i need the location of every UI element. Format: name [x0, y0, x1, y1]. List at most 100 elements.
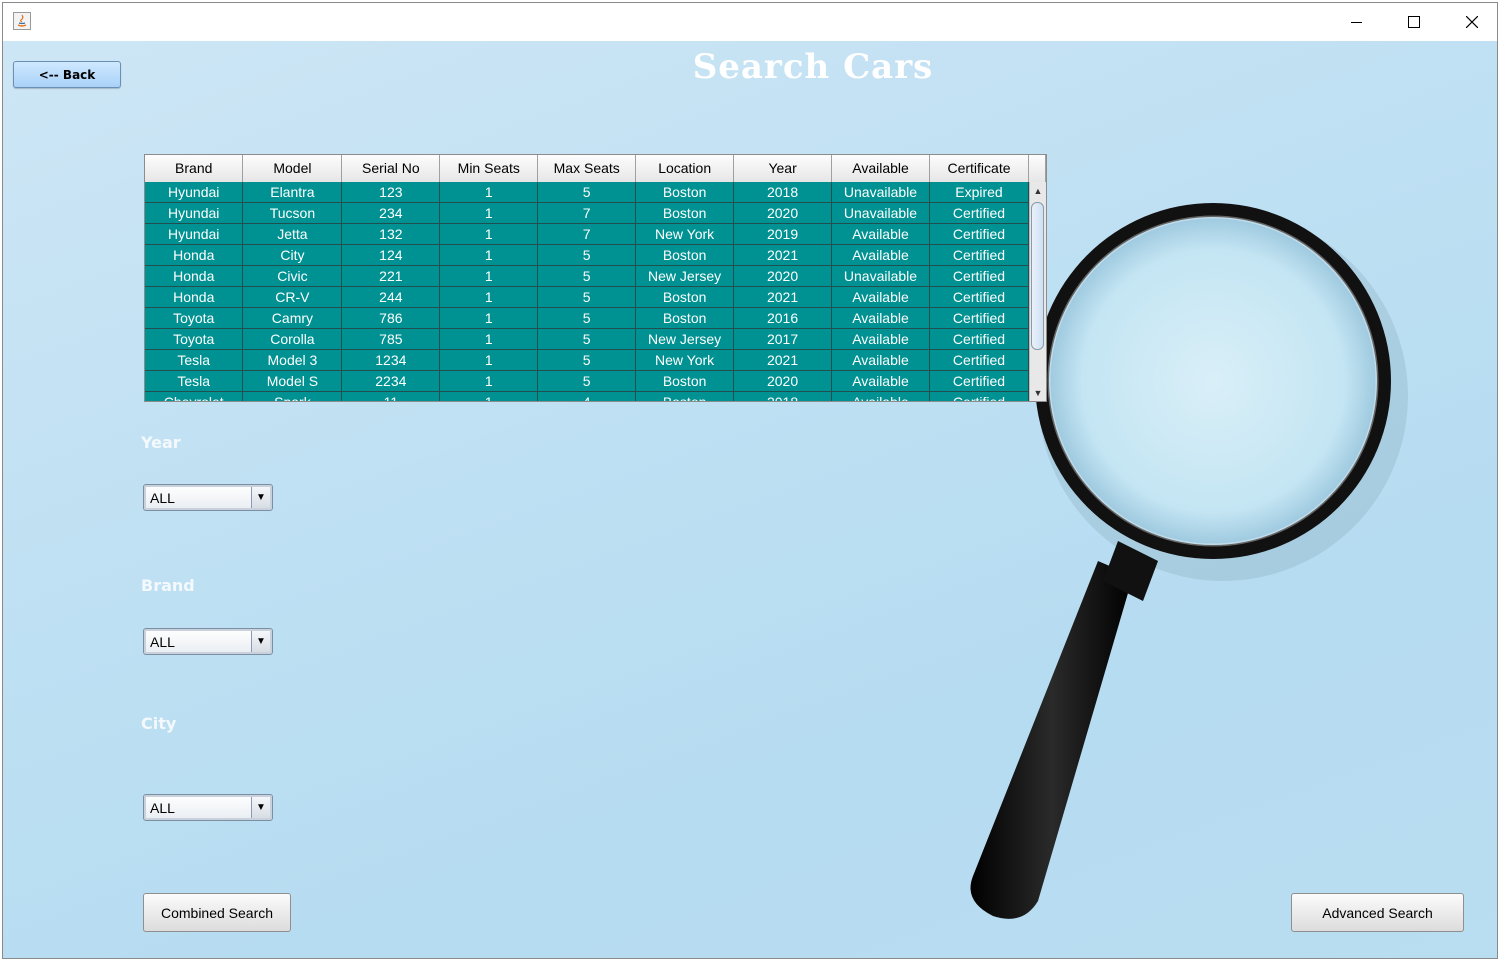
table-cell[interactable]: Boston	[635, 244, 735, 266]
table-cell[interactable]: 1	[439, 307, 539, 329]
table-cell[interactable]: Model 3	[242, 349, 343, 371]
table-cell[interactable]: Boston	[635, 370, 735, 392]
table-cell[interactable]: 785	[341, 328, 441, 350]
table-cell[interactable]: Available	[831, 349, 930, 371]
table-cell[interactable]: 5	[537, 265, 637, 287]
table-row[interactable]: ChevroletSpark1114Boston2018AvailableCer…	[145, 391, 1029, 401]
table-cell[interactable]: 2021	[733, 244, 833, 266]
table-cell[interactable]: 7	[537, 223, 637, 245]
table-cell[interactable]: 2020	[733, 265, 833, 287]
table-cell[interactable]: Honda	[145, 286, 244, 308]
table-cell[interactable]: 2021	[733, 286, 833, 308]
table-cell[interactable]: Tesla	[145, 349, 244, 371]
table-cell[interactable]: Hyundai	[145, 182, 244, 203]
table-cell[interactable]: Certified	[929, 202, 1029, 224]
table-cell[interactable]: Tucson	[242, 202, 343, 224]
table-row[interactable]: Toyota Corolla 785 1 5 New Jersey 2017 Availabl…	[145, 328, 1029, 350]
table-cell[interactable]: Certified	[929, 265, 1029, 287]
advanced-search-button[interactable]: Advanced Search	[1291, 893, 1464, 932]
table-cell[interactable]: 1	[439, 182, 539, 203]
table-cell[interactable]: 5	[537, 349, 637, 371]
table-cell[interactable]: Certified	[929, 223, 1029, 245]
table-cell[interactable]: 132	[341, 223, 441, 245]
table-cell[interactable]: 5	[537, 328, 637, 350]
table-cell[interactable]: Hyundai	[145, 202, 244, 224]
table-row[interactable]: Hyundai Elantra 123 1 5 Boston 2018 Unavailable…	[145, 182, 1029, 203]
maximize-button[interactable]	[1385, 3, 1443, 41]
table-row[interactable]: Tesla Model S 2234 1 5 Boston 2020 Available Cer…	[145, 370, 1029, 392]
table-cell[interactable]: New York	[635, 223, 735, 245]
table-cell[interactable]: Toyota	[145, 328, 244, 350]
table-cell[interactable]: 123	[341, 182, 441, 203]
table-cell[interactable]: Tesla	[145, 370, 244, 392]
table-cell[interactable]: Unavailable	[831, 202, 930, 224]
brand-dropdown[interactable]: ALL ▼	[143, 628, 273, 655]
table-scrollbar[interactable]: ▲ ▼	[1029, 182, 1046, 401]
table-cell[interactable]: Available	[831, 391, 930, 401]
table-cell[interactable]: Certified	[929, 349, 1029, 371]
table-body[interactable]: Hyundai Elantra 123 1 5 Boston 2018 Unavailable…	[145, 182, 1029, 401]
table-cell[interactable]: 221	[341, 265, 441, 287]
back-button[interactable]: <-- Back	[13, 61, 121, 88]
table-cell[interactable]: Expired	[929, 182, 1029, 203]
table-cell[interactable]: Spark	[242, 391, 343, 401]
table-cell[interactable]: 1	[439, 349, 539, 371]
close-button[interactable]	[1443, 3, 1497, 41]
table-cell[interactable]: 2020	[733, 202, 833, 224]
table-cell[interactable]: Available	[831, 307, 930, 329]
table-cell[interactable]: Hyundai	[145, 223, 244, 245]
table-cell[interactable]: Boston	[635, 182, 735, 203]
table-cell[interactable]: Corolla	[242, 328, 343, 350]
table-cell[interactable]: 786	[341, 307, 441, 329]
column-header[interactable]: Year	[733, 155, 833, 183]
table-cell[interactable]: New York	[635, 349, 735, 371]
combined-search-button[interactable]: Combined Search	[143, 893, 291, 932]
table-cell[interactable]: 2234	[341, 370, 441, 392]
scroll-down-icon[interactable]: ▼	[1030, 384, 1046, 401]
table-cell[interactable]: Civic	[242, 265, 343, 287]
table-cell[interactable]: Certified	[929, 328, 1029, 350]
cars-table[interactable]: Brand Model Serial No Min Seats Max Seats Loc…	[144, 154, 1047, 402]
table-cell[interactable]: 1	[439, 244, 539, 266]
table-cell[interactable]: Certified	[929, 391, 1029, 401]
year-dropdown[interactable]: ALL ▼	[143, 484, 273, 511]
minimize-button[interactable]	[1327, 3, 1385, 41]
table-cell[interactable]: 1	[439, 223, 539, 245]
table-cell[interactable]: 5	[537, 182, 637, 203]
table-row[interactable]: Hyundai Jetta 132 1 7 New York 2019 Available Ce…	[145, 223, 1029, 245]
table-cell[interactable]: 2016	[733, 307, 833, 329]
table-cell[interactable]: 2017	[733, 328, 833, 350]
table-cell[interactable]: 5	[537, 370, 637, 392]
table-cell[interactable]: Chevrolet	[145, 391, 244, 401]
table-cell[interactable]: 2021	[733, 349, 833, 371]
table-cell[interactable]: Certified	[929, 244, 1029, 266]
chevron-down-icon[interactable]: ▼	[251, 797, 270, 818]
table-cell[interactable]: Available	[831, 223, 930, 245]
column-header[interactable]: Brand	[145, 155, 244, 183]
table-row[interactable]: Toyota Camry 786 1 5 Boston 2016 Available Certi…	[145, 307, 1029, 329]
table-cell[interactable]: Available	[831, 286, 930, 308]
table-cell[interactable]: 2018	[733, 182, 833, 203]
table-cell[interactable]: 1	[439, 370, 539, 392]
scroll-thumb[interactable]	[1031, 202, 1044, 350]
table-cell[interactable]: Toyota	[145, 307, 244, 329]
table-cell[interactable]: Available	[831, 244, 930, 266]
table-cell[interactable]: 2018	[733, 391, 833, 401]
table-cell[interactable]: 2019	[733, 223, 833, 245]
table-cell[interactable]: Certified	[929, 307, 1029, 329]
column-header[interactable]: Available	[831, 155, 931, 183]
table-cell[interactable]: Camry	[242, 307, 343, 329]
column-header[interactable]: Max Seats	[537, 155, 637, 183]
column-header[interactable]: Min Seats	[439, 155, 539, 183]
column-header[interactable]: Model	[242, 155, 343, 183]
column-header[interactable]: Location	[635, 155, 735, 183]
table-row[interactable]: Honda City 124 1 5 Boston 2021 Available Certifi…	[145, 244, 1029, 266]
table-cell[interactable]: Unavailable	[831, 182, 930, 203]
table-row[interactable]: Honda Civic 221 1 5 New Jersey 2020 Unavailable…	[145, 265, 1029, 287]
table-cell[interactable]: 1	[439, 265, 539, 287]
table-cell[interactable]: 11	[341, 391, 441, 401]
table-cell[interactable]: Jetta	[242, 223, 343, 245]
table-cell[interactable]: Unavailable	[831, 265, 930, 287]
table-cell[interactable]: CR-V	[242, 286, 343, 308]
table-cell[interactable]: 7	[537, 202, 637, 224]
